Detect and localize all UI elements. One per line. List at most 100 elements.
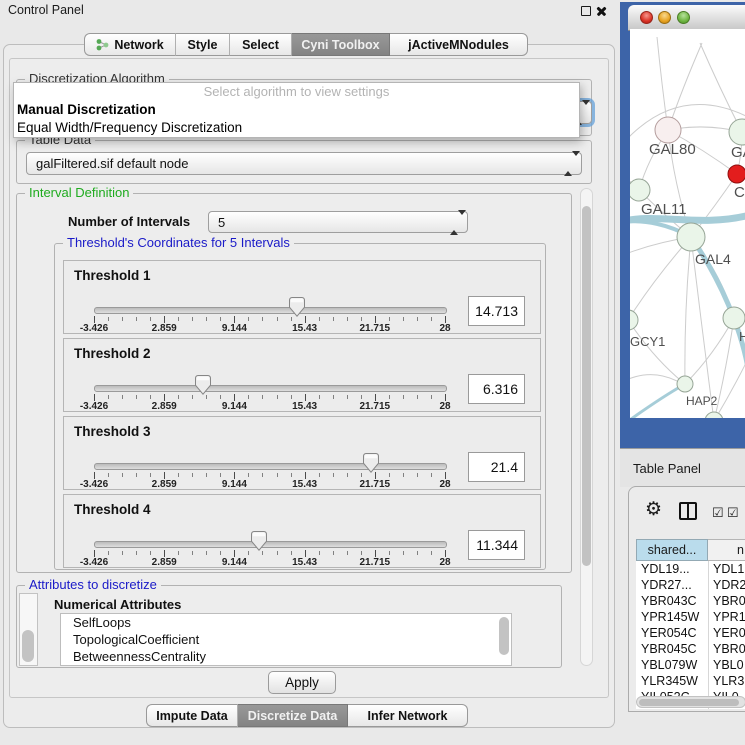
- float-window-icon[interactable]: [581, 6, 591, 16]
- cell-shared-name[interactable]: YPR145W: [641, 609, 699, 625]
- column-header-name[interactable]: n: [708, 539, 745, 561]
- threshold-value-field[interactable]: 21.4: [468, 452, 525, 482]
- tick-mark: [150, 473, 151, 477]
- scrollbar-thumb[interactable]: [22, 630, 34, 662]
- network-edge[interactable]: [657, 37, 668, 130]
- scrollbar-thumb[interactable]: [582, 206, 591, 566]
- slider-thumb[interactable]: [289, 297, 305, 317]
- network-node-gcy1[interactable]: [630, 310, 638, 330]
- network-canvas[interactable]: GAL80GACGAL11GAL4GCY1HHAP2: [630, 29, 745, 418]
- number-of-intervals-combobox[interactable]: 5: [208, 211, 468, 233]
- slider-thumb[interactable]: [363, 453, 379, 473]
- network-edge[interactable]: [668, 43, 702, 130]
- cell-name[interactable]: YBR0: [713, 641, 745, 657]
- tab-select[interactable]: Select: [230, 33, 292, 56]
- network-node-gal4[interactable]: [677, 223, 705, 251]
- tab-discretize-data[interactable]: Discretize Data: [238, 704, 348, 727]
- table-horizontal-scrollbar[interactable]: [636, 696, 745, 708]
- network-edge[interactable]: [630, 320, 685, 384]
- form-vertical-scrollbar[interactable]: [580, 188, 593, 666]
- apply-button[interactable]: Apply: [268, 671, 336, 694]
- slider-track[interactable]: [94, 385, 447, 392]
- tick-label: 28: [423, 557, 467, 568]
- table-row[interactable]: YBR045C YBR0: [636, 641, 745, 657]
- tick-mark: [445, 472, 446, 479]
- network-window-titlebar[interactable]: [628, 5, 745, 31]
- list-item-selfloops[interactable]: SelfLoops: [61, 614, 511, 631]
- zoom-traffic-light-icon[interactable]: [677, 11, 690, 24]
- network-node-h[interactable]: [723, 307, 745, 329]
- cell-shared-name[interactable]: YER054C: [641, 625, 697, 641]
- table-row[interactable]: YBL079W YBL0: [636, 657, 745, 673]
- threshold-value-field[interactable]: 14.713: [468, 296, 525, 326]
- tab-network[interactable]: Network: [84, 33, 176, 56]
- network-edge[interactable]: [700, 43, 742, 132]
- table-row[interactable]: YBR043C YBR0: [636, 593, 745, 609]
- tick-mark: [319, 317, 320, 321]
- table-data-combobox[interactable]: galFiltered.sif default node: [26, 152, 582, 175]
- scrollbar-thumb[interactable]: [499, 617, 509, 655]
- tab-jactivemnodules[interactable]: jActiveMNodules: [390, 33, 528, 56]
- numerical-attributes-list[interactable]: SelfLoopsTopologicalCoefficientBetweenne…: [60, 613, 512, 666]
- slider-track[interactable]: [94, 307, 447, 314]
- attributes-left-scrollbar[interactable]: [19, 593, 38, 666]
- network-node-gal80[interactable]: [655, 117, 681, 143]
- network-node-c[interactable]: [728, 165, 745, 183]
- columns-icon[interactable]: [679, 502, 697, 520]
- tick-mark: [206, 395, 207, 399]
- tick-mark: [262, 551, 263, 555]
- close-icon[interactable]: [595, 4, 608, 17]
- network-edge[interactable]: [685, 237, 691, 384]
- network-node-ga[interactable]: [729, 119, 745, 145]
- cell-shared-name[interactable]: YLR345W: [641, 673, 698, 689]
- table-row[interactable]: YDL19... YDL1: [636, 561, 745, 577]
- tab-infer-network[interactable]: Infer Network: [348, 704, 468, 727]
- select-all-check-icon[interactable]: ☑: [712, 505, 724, 521]
- cell-shared-name[interactable]: YDL19...: [641, 561, 690, 577]
- cell-name[interactable]: YPR1: [713, 609, 745, 625]
- cell-shared-name[interactable]: YBL079W: [641, 657, 697, 673]
- list-item-betweennesscentrality[interactable]: BetweennessCentrality: [61, 648, 511, 665]
- network-edge-highlighted[interactable]: [630, 384, 685, 418]
- scrollbar-thumb[interactable]: [639, 699, 739, 706]
- slider-track[interactable]: [94, 541, 447, 548]
- table-row[interactable]: YPR145W YPR1: [636, 609, 745, 625]
- cell-name[interactable]: YLR3: [713, 673, 744, 689]
- table-row[interactable]: YDR27... YDR2: [636, 577, 745, 593]
- table-row[interactable]: YLR345W YLR3: [636, 673, 745, 689]
- network-edge[interactable]: [714, 359, 745, 418]
- network-edge[interactable]: [685, 318, 734, 384]
- threshold-value-field[interactable]: 6.316: [468, 374, 525, 404]
- cell-name[interactable]: YBR0: [713, 593, 745, 609]
- slider-thumb[interactable]: [251, 531, 267, 551]
- node-table[interactable]: YDL19...YDL1YDR27...YDR2YBR043CYBR0YPR14…: [636, 561, 745, 709]
- close-traffic-light-icon[interactable]: [640, 11, 653, 24]
- cell-name[interactable]: YER0: [713, 625, 745, 641]
- cell-name[interactable]: YDL1: [713, 561, 744, 577]
- table-row[interactable]: YER054C YER0: [636, 625, 745, 641]
- select-check-icon[interactable]: ☑: [727, 505, 739, 521]
- tab-style[interactable]: Style: [176, 33, 230, 56]
- tick-mark: [248, 551, 249, 555]
- algorithm-option-equal-width-frequency-discretization[interactable]: Equal Width/Frequency Discretization: [14, 119, 579, 137]
- threshold-value-field[interactable]: 11.344: [468, 530, 525, 560]
- cell-name[interactable]: YBL0: [713, 657, 744, 673]
- network-node-hap2[interactable]: [677, 376, 693, 392]
- algorithm-option-manual-discretization[interactable]: Manual Discretization: [14, 101, 579, 119]
- column-header-shared-name[interactable]: shared...: [636, 539, 708, 561]
- cell-shared-name[interactable]: YDR27...: [641, 577, 692, 593]
- algorithm-dropdown-prompt: Select algorithm to view settings: [14, 83, 579, 101]
- tab-cyni-toolbox[interactable]: Cyni Toolbox: [292, 33, 390, 56]
- tab-impute-data[interactable]: Impute Data: [146, 704, 238, 727]
- slider-track[interactable]: [94, 463, 447, 470]
- cell-shared-name[interactable]: YBR043C: [641, 593, 697, 609]
- cell-name[interactable]: YDR2: [713, 577, 745, 593]
- list-item-topologicalcoefficient[interactable]: TopologicalCoefficient: [61, 631, 511, 648]
- cell-shared-name[interactable]: YBR045C: [641, 641, 697, 657]
- minimize-traffic-light-icon[interactable]: [658, 11, 671, 24]
- network-edge[interactable]: [630, 375, 677, 384]
- network-node[interactable]: [705, 412, 723, 418]
- network-node-gal11[interactable]: [630, 179, 650, 201]
- slider-thumb[interactable]: [195, 375, 211, 395]
- gear-icon[interactable]: ⚙: [645, 499, 662, 521]
